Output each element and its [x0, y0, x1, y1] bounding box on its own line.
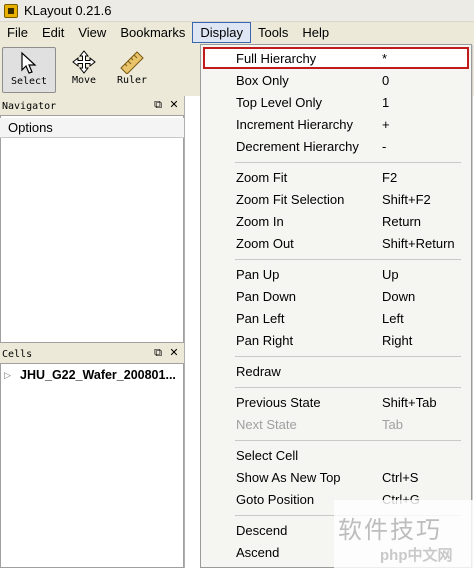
expand-arrow-icon[interactable]: ▷: [4, 370, 14, 381]
watermark-text: 软件技巧: [338, 517, 442, 544]
select-tool-button[interactable]: Select: [2, 47, 56, 93]
menu-item-full-hierarchy[interactable]: Full Hierarchy *: [203, 47, 469, 69]
menu-item-top-level-only[interactable]: Top Level Only 1: [203, 91, 469, 113]
menu-item-increment-hierarchy[interactable]: Increment Hierarchy +: [203, 113, 469, 135]
cells-dock-title: Cells ⧉ ✕: [0, 345, 184, 363]
move-tool-button[interactable]: Move: [58, 47, 110, 93]
menu-item-next-state: Next State Tab: [236, 416, 403, 432]
menu-item-zoom-fit-selection[interactable]: Zoom Fit Selection Shift+F2: [203, 188, 469, 210]
menu-edit[interactable]: Edit: [35, 23, 71, 42]
display-menu-dropdown: Full Hierarchy * Box Only 0 Top Level On…: [200, 44, 472, 568]
menu-separator: [235, 356, 461, 357]
close-icon[interactable]: ✕: [168, 100, 180, 112]
klayout-app-icon: [4, 3, 18, 18]
close-icon[interactable]: ✕: [168, 348, 180, 360]
navigator-panel: [0, 115, 184, 343]
cells-title: Cells: [2, 348, 33, 360]
menu-display[interactable]: Display: [192, 22, 251, 43]
menu-item-previous-state[interactable]: Previous State Shift+Tab: [203, 391, 469, 413]
menu-separator: [235, 162, 461, 163]
menu-tools[interactable]: Tools: [251, 23, 295, 42]
title-bar: KLayout 0.21.6: [0, 0, 474, 22]
menu-item-zoom-out[interactable]: Zoom Out Shift+Return: [203, 232, 469, 254]
cursor-arrow-icon: [21, 51, 37, 74]
menu-item-box-only[interactable]: Box Only 0: [203, 69, 469, 91]
root-cell-name: JHU_G22_Wafer_200801...: [20, 368, 176, 382]
menu-item-show-as-new-top[interactable]: Show As New Top Ctrl+S: [203, 466, 469, 488]
move-tool-label: Move: [71, 75, 97, 86]
cell-tree-row[interactable]: ▷ JHU_G22_Wafer_200801...: [4, 366, 182, 384]
menu-view[interactable]: View: [71, 23, 113, 42]
menu-file[interactable]: File: [0, 23, 35, 42]
menu-separator: [235, 259, 461, 260]
move-arrows-icon: [72, 50, 96, 74]
ruler-tool-label: Ruler: [116, 75, 148, 86]
menu-item-pan-up[interactable]: Pan Up Up: [203, 263, 469, 285]
cells-panel: [0, 363, 184, 568]
select-tool-label: Select: [10, 76, 48, 87]
menu-item-pan-left[interactable]: Pan Left Left: [203, 307, 469, 329]
menu-item-select-cell[interactable]: Select Cell: [203, 444, 469, 466]
menu-separator: [235, 440, 461, 441]
menu-item-zoom-in[interactable]: Zoom In Return: [203, 210, 469, 232]
menu-item-pan-right[interactable]: Pan Right Right: [203, 329, 469, 351]
menu-item-zoom-fit[interactable]: Zoom Fit F2: [203, 166, 469, 188]
menu-separator: [235, 387, 461, 388]
float-icon[interactable]: ⧉: [152, 348, 164, 360]
watermark-logo: php中文网: [380, 547, 453, 564]
menu-bookmarks[interactable]: Bookmarks: [113, 23, 192, 42]
navigator-dock-title: Navigator ⧉ ✕: [0, 97, 184, 115]
navigator-title: Navigator: [2, 100, 57, 112]
menu-bar: File Edit View Bookmarks Display Tools H…: [0, 22, 474, 43]
ruler-icon: [120, 51, 144, 74]
navigator-options-tab[interactable]: Options: [0, 118, 184, 138]
menu-item-decrement-hierarchy[interactable]: Decrement Hierarchy -: [203, 135, 469, 157]
navigator-options-label: Options: [8, 120, 53, 135]
toolbar: Select Move Ruler: [0, 43, 200, 96]
menu-item-pan-down[interactable]: Pan Down Down: [203, 285, 469, 307]
menu-help[interactable]: Help: [295, 23, 336, 42]
ruler-tool-button[interactable]: Ruler: [106, 47, 158, 93]
float-icon[interactable]: ⧉: [152, 100, 164, 112]
menu-item-redraw[interactable]: Redraw: [203, 360, 469, 382]
window-title: KLayout 0.21.6: [24, 3, 112, 18]
